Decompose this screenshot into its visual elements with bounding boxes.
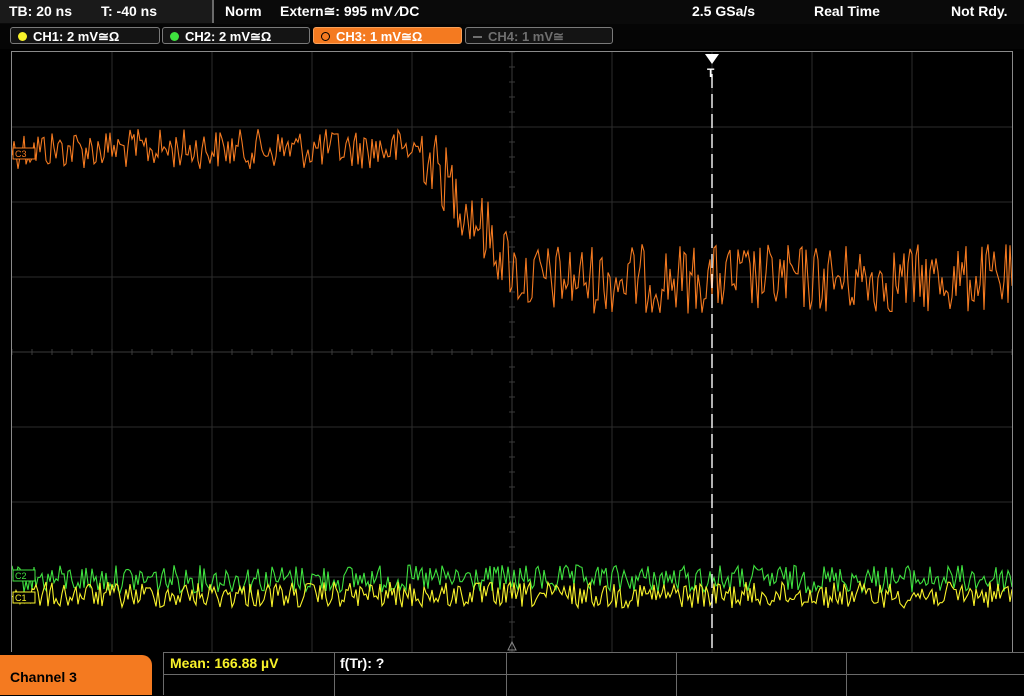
trigger-mode[interactable]: Norm <box>225 0 262 23</box>
channel-1-button[interactable]: CH1: 2 mV≅Ω <box>10 27 160 44</box>
graticule <box>11 51 1013 653</box>
ch2-marker: C2 <box>15 571 27 581</box>
channel-4-label: CH4: 1 mV≅ <box>488 29 564 44</box>
waveform-display[interactable]: C3 C2 C1 T <box>11 51 1013 653</box>
selected-channel-label: Channel 3 <box>10 669 77 685</box>
channel-bar: CH1: 2 mV≅Ω CH2: 2 mV≅Ω CH3: 1 mV≅Ω CH4:… <box>0 24 1024 49</box>
ch1-dot-icon <box>18 32 27 41</box>
measurement-col-divider <box>334 653 335 696</box>
channel-3-label: CH3: 1 mV≅Ω <box>336 29 423 44</box>
trigger-source[interactable]: Extern≅: 995 mV ∕DC <box>280 0 419 23</box>
channel-2-button[interactable]: CH2: 2 mV≅Ω <box>162 27 310 44</box>
measurement-col-divider <box>676 653 677 696</box>
channel-3-button[interactable]: CH3: 1 mV≅Ω <box>313 27 462 44</box>
ch2-dot-icon <box>170 32 179 41</box>
sample-rate: 2.5 GSa/s <box>692 3 756 19</box>
measurement-col-divider <box>506 653 507 696</box>
channel-2-label: CH2: 2 mV≅Ω <box>185 29 272 44</box>
mean-measurement: Mean: 166.88 µV <box>170 655 279 671</box>
acquisition-mode: Real Time <box>814 3 880 19</box>
timebase-value: TB: 20 ns <box>9 3 73 19</box>
timebase-panel[interactable]: TB: 20 ns T: -40 ns <box>0 0 214 23</box>
ch3-marker: C3 <box>15 149 27 159</box>
measurement-row-divider <box>164 674 1024 675</box>
measurement-panel: Mean: 166.88 µV f(Tr): ? <box>163 652 1024 696</box>
acquisition-state: Not Rdy. <box>951 3 1008 19</box>
trigger-label: T <box>707 66 715 80</box>
ch3-dot-icon <box>321 32 330 41</box>
channel-1-label: CH1: 2 mV≅Ω <box>33 29 120 44</box>
ch1-marker: C1 <box>15 593 27 603</box>
waveform-canvas: C3 C2 C1 T <box>11 51 1013 653</box>
ftr-measurement: f(Tr): ? <box>340 655 385 671</box>
ch4-dash-icon <box>473 36 482 38</box>
trigger-arrow-icon[interactable] <box>705 54 719 64</box>
measurement-col-divider <box>846 653 847 696</box>
channel-4-button[interactable]: CH4: 1 mV≅ <box>465 27 613 44</box>
selected-channel-tab[interactable]: Channel 3 <box>0 655 152 695</box>
trigger-offset-value: T: -40 ns <box>101 3 158 19</box>
markers: C3 C2 C1 T <box>12 54 719 652</box>
